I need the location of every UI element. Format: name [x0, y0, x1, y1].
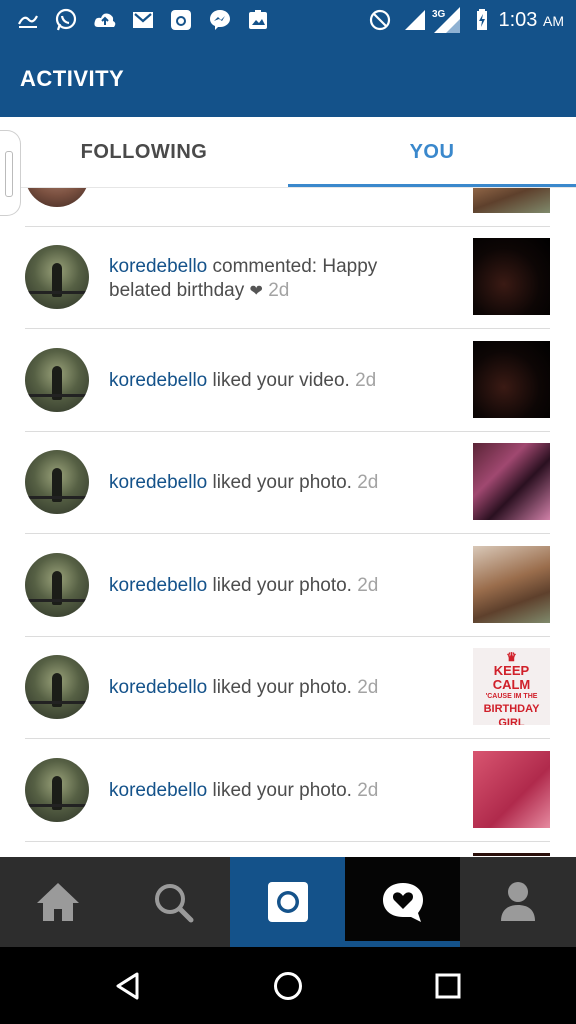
signal-icon [405, 10, 425, 30]
camera-icon [267, 882, 308, 922]
activity-action: liked your photo. [212, 575, 352, 596]
home-icon [36, 883, 79, 921]
activity-thumbnail[interactable] [473, 546, 550, 623]
activity-thumbnail[interactable] [473, 751, 550, 828]
poster-text: 'CAUSE IM THE [485, 693, 538, 700]
activity-text: koredebello liked your photo. 2d [109, 574, 409, 598]
status-bar: 3G 1:03 AM [0, 0, 576, 40]
page-title: ACTIVITY [20, 66, 125, 91]
activity-action: liked your photo. [212, 780, 352, 801]
heart-icon: ❤ [249, 283, 263, 300]
list-item[interactable] [25, 188, 550, 227]
nav-home-button[interactable] [0, 857, 115, 947]
avatar[interactable] [25, 348, 89, 412]
list-item[interactable]: koredebello liked your photo. 2d [25, 534, 550, 637]
gmail-icon [133, 12, 153, 28]
nav-camera-button[interactable] [230, 857, 345, 947]
activity-action: liked your video. [212, 370, 350, 391]
do-not-disturb-icon [369, 9, 391, 31]
tab-bar: FOLLOWING YOU [0, 117, 576, 188]
username-link[interactable]: koredebello [109, 780, 207, 801]
system-recents-button[interactable] [398, 947, 498, 1024]
nav-activity-button[interactable] [345, 857, 460, 947]
activity-text: koredebello commented: Happy belated bir… [109, 255, 409, 304]
list-item[interactable]: koredebello liked your photo. 2d [25, 431, 550, 534]
timestamp: 2d [355, 370, 377, 391]
activity-thumbnail[interactable] [473, 443, 550, 520]
poster-text: CALM [492, 677, 531, 692]
tab-you[interactable]: YOU [288, 117, 576, 187]
system-home-button[interactable] [238, 947, 338, 1024]
activity-action: liked your photo. [212, 677, 352, 698]
activity-text: koredebello liked your photo. 2d [109, 471, 409, 495]
list-item[interactable]: koredebello liked your photo. 2d ♛ KEEP … [25, 636, 550, 739]
activity-thumbnail[interactable] [473, 853, 550, 856]
poster-text: KEEP [493, 663, 530, 678]
avatar[interactable] [25, 450, 89, 514]
poster-text: GIRL [498, 717, 525, 725]
avatar[interactable] [25, 553, 89, 617]
activity-thumbnail[interactable] [473, 188, 550, 213]
list-item[interactable] [25, 841, 550, 856]
back-icon [116, 972, 139, 999]
bottom-nav [0, 857, 576, 947]
activity-thumbnail[interactable] [473, 341, 550, 418]
whatsapp-icon [55, 8, 77, 31]
nav-search-button[interactable] [115, 857, 230, 947]
person-icon [501, 882, 535, 921]
app-bar: ACTIVITY [0, 40, 576, 117]
activity-text: koredebello liked your video. 2d [109, 369, 409, 393]
crown-icon: ♛ [506, 650, 517, 664]
search-icon [154, 884, 193, 923]
app-notification-icon [18, 15, 38, 28]
activity-thumbnail[interactable] [473, 238, 550, 315]
activity-text: koredebello liked your photo. 2d [109, 779, 409, 803]
heart-bubble-icon [382, 883, 423, 922]
username-link[interactable]: koredebello [109, 677, 207, 698]
upload-icon [94, 13, 116, 27]
recents-icon [435, 973, 461, 998]
activity-text: koredebello liked your photo. 2d [109, 676, 409, 700]
network-3g-icon: 3G [432, 7, 460, 33]
avatar[interactable] [25, 758, 89, 822]
battery-charging-icon [477, 9, 487, 30]
instagram-icon [171, 10, 191, 30]
nav-profile-button[interactable] [460, 857, 576, 947]
username-link[interactable]: koredebello [109, 575, 207, 596]
activity-thumbnail[interactable]: ♛ KEEP CALM 'CAUSE IM THE BIRTHDAY GIRL [473, 648, 550, 725]
avatar[interactable] [25, 245, 89, 309]
list-item[interactable]: koredebello liked your photo. 2d [25, 739, 550, 842]
timestamp: 2d [357, 472, 379, 493]
poster-text: BIRTHDAY [483, 703, 540, 715]
activity-list[interactable]: koredebello commented: Happy belated bir… [0, 188, 576, 856]
list-item[interactable]: koredebello liked your video. 2d [25, 329, 550, 432]
system-nav-bar [0, 947, 576, 1024]
username-link[interactable]: koredebello [109, 370, 207, 391]
timestamp: 2d [357, 677, 379, 698]
home-circle-icon [274, 971, 302, 1000]
timestamp: 2d [357, 780, 379, 801]
messenger-icon [210, 10, 230, 30]
timestamp: 2d [357, 575, 379, 596]
activity-action: liked your photo. [212, 472, 352, 493]
username-link[interactable]: koredebello [109, 472, 207, 493]
username-link[interactable]: koredebello [109, 256, 207, 277]
avatar[interactable] [25, 655, 89, 719]
active-tab-indicator [288, 184, 576, 187]
list-item[interactable]: koredebello commented: Happy belated bir… [25, 226, 550, 329]
tab-following[interactable]: FOLLOWING [0, 117, 288, 187]
timestamp: 2d [268, 280, 290, 301]
clock: 1:03 AM [498, 9, 565, 31]
edge-panel-handle[interactable] [0, 130, 21, 216]
system-back-button[interactable] [78, 947, 178, 1024]
photos-icon [249, 10, 267, 29]
avatar[interactable] [25, 188, 89, 207]
svg-text:3G: 3G [432, 9, 446, 20]
